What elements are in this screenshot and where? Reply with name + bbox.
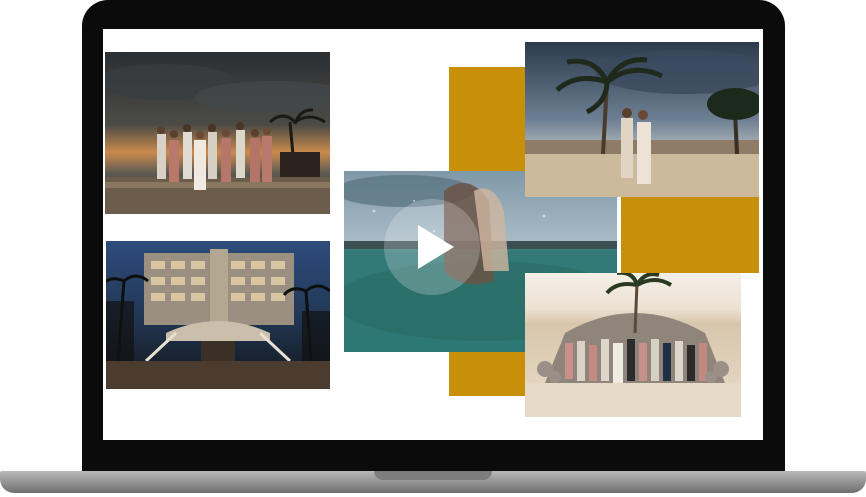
wedding-party-sunset-photo[interactable] bbox=[105, 52, 330, 214]
couple-palm-tree-photo[interactable] bbox=[525, 42, 759, 197]
laptop-base-notch bbox=[374, 471, 492, 480]
accent-block-bottom bbox=[449, 351, 529, 396]
video-play-button[interactable]: play-icon bbox=[384, 199, 480, 295]
play-icon bbox=[418, 225, 454, 269]
resort-building-night-photo[interactable] bbox=[106, 241, 330, 389]
beach-group-photo[interactable] bbox=[525, 273, 741, 417]
accent-block-right bbox=[621, 197, 759, 273]
